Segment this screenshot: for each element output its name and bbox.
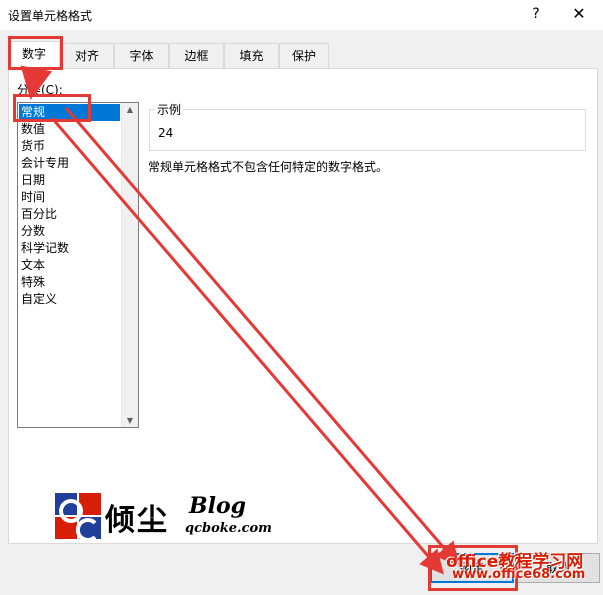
category-item-number[interactable]: 数值 (19, 121, 120, 138)
tab-fill[interactable]: 填充 (224, 43, 279, 68)
category-item-text[interactable]: 文本 (19, 257, 120, 274)
tab-protection[interactable]: 保护 (279, 43, 329, 68)
scroll-down-icon[interactable]: ▼ (125, 416, 135, 425)
title-bar: 设置单元格格式 ? ✕ (0, 0, 603, 30)
format-description: 常规单元格格式不包含任何特定的数字格式。 (148, 160, 389, 174)
category-listbox[interactable]: 常规 数值 货币 会计专用 日期 时间 百分比 分数 科学记数 文本 特殊 自定… (17, 102, 139, 428)
close-button[interactable]: ✕ (565, 3, 593, 25)
logo-domain-text: qcboke.com (185, 521, 272, 536)
category-item-currency[interactable]: 货币 (19, 138, 120, 155)
sample-legend: 示例 (155, 101, 184, 118)
sample-value: 24 (158, 126, 174, 140)
category-item-custom[interactable]: 自定义 (19, 291, 120, 308)
tab-font[interactable]: 字体 (114, 43, 169, 68)
watermark-url: www.office68.com (452, 567, 586, 582)
category-item-special[interactable]: 特殊 (19, 274, 120, 291)
category-item-date[interactable]: 日期 (19, 172, 120, 189)
annotation-box-number-tab (8, 36, 63, 70)
annotation-box-general-item (13, 94, 91, 122)
qcboke-logo: 倾尘 Blog qcboke.com (55, 493, 272, 543)
category-item-accounting[interactable]: 会计专用 (19, 155, 120, 172)
logo-blog-text: Blog (189, 493, 247, 519)
category-item-percentage[interactable]: 百分比 (19, 206, 120, 223)
category-scrollbar[interactable]: ▲ ▼ (121, 103, 138, 427)
category-item-fraction[interactable]: 分数 (19, 223, 120, 240)
tab-alignment[interactable]: 对齐 (60, 43, 114, 68)
dialog-title: 设置单元格格式 (8, 9, 93, 23)
qc-logo-mark-icon (55, 493, 101, 541)
category-item-time[interactable]: 时间 (19, 189, 120, 206)
tab-strip: 数字 对齐 字体 边框 填充 保护 (8, 41, 598, 69)
category-item-scientific[interactable]: 科学记数 (19, 240, 120, 257)
scroll-up-icon[interactable]: ▲ (125, 105, 135, 114)
logo-chinese-text: 倾尘 (105, 503, 169, 538)
tab-border[interactable]: 边框 (169, 43, 224, 68)
number-tab-panel: 分类(C): 常规 数值 货币 会计专用 日期 时间 百分比 分数 科学记数 文… (8, 68, 598, 544)
help-button[interactable]: ? (522, 3, 550, 25)
sample-group: 示例 24 (149, 101, 586, 151)
